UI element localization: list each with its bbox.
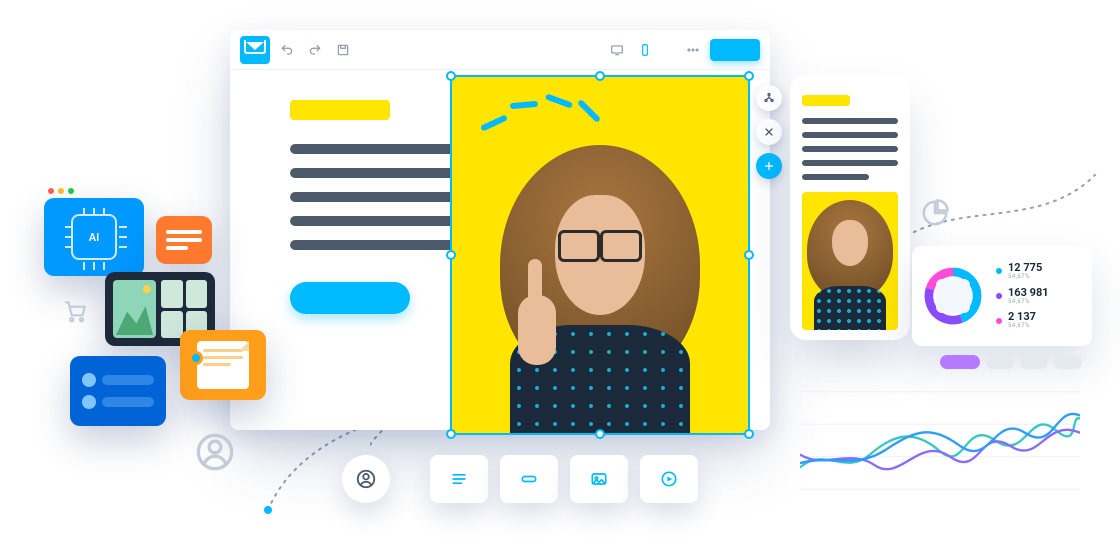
mobile-preview-device (790, 75, 910, 340)
cta-button-placeholder[interactable] (290, 282, 410, 314)
stat-color-dot (996, 318, 1002, 324)
thumbnail-icon (113, 280, 156, 338)
image-element-button[interactable] (570, 455, 628, 503)
cart-icon (62, 298, 88, 328)
redo-icon[interactable] (304, 39, 326, 61)
close-icon[interactable] (756, 119, 782, 145)
text-block-tile[interactable] (156, 216, 212, 264)
element-toolbar (430, 455, 698, 503)
portrait-illustration (450, 75, 750, 435)
stats-list: 12 77554,67% 163 98154,67% 2 13754,67% (996, 262, 1082, 330)
stat-row: 12 77554,67% (996, 262, 1082, 281)
filter-chip[interactable] (986, 355, 1014, 369)
desktop-view-icon[interactable] (606, 39, 628, 61)
mobile-preview-image (802, 192, 898, 330)
ai-feature-tile[interactable]: AI (44, 198, 144, 276)
profile-button[interactable] (342, 455, 390, 503)
add-block-icon[interactable] (756, 153, 782, 179)
selection-action-rail (756, 85, 782, 179)
stats-donut-panel: 12 77554,67% 163 98154,67% 2 13754,67% (912, 246, 1092, 346)
chart-filter-chips (940, 355, 1082, 369)
chat-block-tile[interactable] (70, 356, 166, 426)
pie-chart-outline-icon (920, 198, 950, 232)
stat-row: 163 98154,67% (996, 287, 1082, 306)
more-menu-icon[interactable] (682, 39, 704, 61)
stat-color-dot (996, 293, 1002, 299)
structure-icon[interactable] (756, 85, 782, 111)
avatar-outline-icon (195, 432, 235, 472)
window-traffic-lights-icon (48, 188, 74, 194)
undo-icon[interactable] (276, 39, 298, 61)
editor-toolbar (230, 30, 770, 70)
filter-chip[interactable] (1054, 355, 1082, 369)
mobile-view-icon[interactable] (634, 39, 656, 61)
save-icon[interactable] (332, 39, 354, 61)
stat-row: 2 13754,67% (996, 311, 1082, 330)
text-line-placeholder (802, 160, 898, 166)
text-line-placeholder (802, 118, 898, 124)
text-line-placeholder (802, 132, 898, 138)
app-logo-icon (240, 36, 270, 64)
filter-chip[interactable] (940, 355, 980, 369)
button-element-button[interactable] (500, 455, 558, 503)
video-element-button[interactable] (640, 455, 698, 503)
donut-chart (922, 265, 984, 327)
document-icon (197, 341, 249, 389)
stat-color-dot (996, 268, 1002, 274)
ai-chip-icon: AI (71, 214, 117, 260)
canvas-selected-image[interactable] (450, 75, 750, 435)
trend-line-chart (800, 370, 1080, 500)
heading-placeholder (290, 100, 390, 120)
document-block-tile[interactable] (180, 330, 266, 400)
filter-chip[interactable] (1020, 355, 1048, 369)
primary-action-button[interactable] (710, 39, 760, 61)
heading-placeholder (802, 95, 850, 106)
text-line-placeholder (802, 174, 869, 180)
text-line-placeholder (802, 146, 898, 152)
text-element-button[interactable] (430, 455, 488, 503)
